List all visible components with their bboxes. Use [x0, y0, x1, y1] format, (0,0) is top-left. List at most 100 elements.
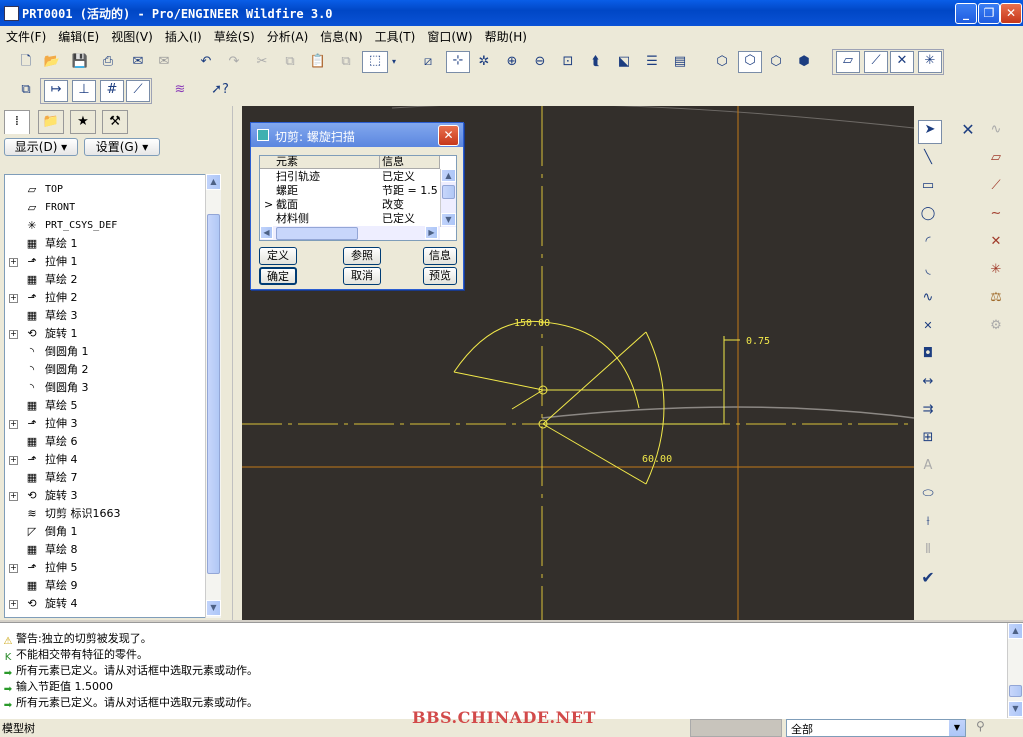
- spline-icon[interactable]: ∿: [918, 288, 938, 308]
- scroll-thumb[interactable]: [207, 214, 220, 574]
- filter-dropdown-arrow-icon[interactable]: ▼: [949, 720, 965, 736]
- point-icon[interactable]: ✕: [918, 316, 938, 336]
- selection-dropdown-icon[interactable]: ▾: [389, 52, 399, 72]
- folder-browser-tab-icon[interactable]: 📁: [38, 110, 64, 134]
- minimize-button[interactable]: _: [955, 3, 977, 24]
- favorites-tab-icon[interactable]: ★: [70, 110, 96, 134]
- rectangle-icon[interactable]: ▭: [918, 176, 938, 196]
- tree-item[interactable]: + ⬏ 拉伸 5: [5, 559, 205, 577]
- palette-icon[interactable]: ⬭: [918, 484, 938, 504]
- print-icon[interactable]: ⎙: [98, 52, 118, 72]
- expand-icon[interactable]: +: [9, 330, 18, 339]
- expand-icon[interactable]: +: [9, 600, 18, 609]
- select-arrow-icon[interactable]: ➤: [918, 120, 942, 144]
- info-button[interactable]: 信息: [423, 247, 457, 265]
- layers-icon[interactable]: ☰: [642, 52, 662, 72]
- save-icon[interactable]: 💾: [70, 52, 90, 72]
- display-grid-icon[interactable]: #: [100, 80, 124, 102]
- filter-dropdown[interactable]: 全部 ▼: [786, 719, 966, 737]
- pattern-disabled-icon[interactable]: ⚙: [986, 316, 1006, 336]
- dialog-scroll-down-icon[interactable]: ▼: [441, 213, 456, 226]
- define-button[interactable]: 定义: [259, 247, 297, 265]
- tree-item[interactable]: ▦ 草绘 3: [5, 307, 205, 325]
- use-edge-icon[interactable]: ◘: [918, 344, 938, 364]
- tree-item[interactable]: ◸ 倒角 1: [5, 523, 205, 541]
- tree-item[interactable]: + ⟲ 旋转 1: [5, 325, 205, 343]
- constraints-icon[interactable]: ⊞: [918, 428, 938, 448]
- menu-sketch[interactable]: 草绘(S): [208, 26, 261, 47]
- dialog-scroll-left-icon[interactable]: ◀: [260, 226, 273, 239]
- expand-icon[interactable]: +: [9, 564, 18, 573]
- mirror-icon[interactable]: ⫴: [918, 540, 938, 560]
- dialog-vscroll-thumb[interactable]: [442, 185, 455, 199]
- tree-item[interactable]: ▦ 草绘 6: [5, 433, 205, 451]
- references-button[interactable]: 参照: [343, 247, 381, 265]
- spin-center-icon[interactable]: ⊹: [446, 51, 470, 73]
- menu-analysis[interactable]: 分析(A): [261, 26, 315, 47]
- expand-icon[interactable]: +: [9, 294, 18, 303]
- modify-icon[interactable]: ⇉: [918, 400, 938, 420]
- new-file-icon[interactable]: 🗋: [16, 52, 36, 72]
- datum-axis-tool-icon[interactable]: ⟋: [986, 176, 1006, 196]
- paste-special-icon[interactable]: ⧉: [336, 52, 356, 72]
- spline-disabled-icon[interactable]: ∿: [986, 120, 1006, 140]
- tree-item[interactable]: + ⟲ 旋转 4: [5, 595, 205, 613]
- hidden-line-icon[interactable]: ⬡: [738, 51, 762, 73]
- paste-icon[interactable]: 📋: [308, 52, 328, 72]
- model-tree-tab-icon[interactable]: ⁞: [4, 110, 30, 134]
- menu-edit[interactable]: 编辑(E): [52, 26, 105, 47]
- redo-icon[interactable]: ↷: [224, 52, 244, 72]
- expand-icon[interactable]: +: [9, 420, 18, 429]
- email-icon[interactable]: ✉: [128, 52, 148, 72]
- tree-item[interactable]: ≋ 切剪 标识1663: [5, 505, 205, 523]
- tree-item[interactable]: ▦ 草绘 5: [5, 397, 205, 415]
- settings-dropdown[interactable]: 设置(G) ▾: [84, 138, 160, 156]
- show-dropdown[interactable]: 显示(D) ▾: [4, 138, 78, 156]
- menu-tools[interactable]: 工具(T): [369, 26, 422, 47]
- message-scrollbar[interactable]: ▲ ▼: [1007, 623, 1023, 719]
- no-hidden-icon[interactable]: ⬡: [766, 52, 786, 72]
- dialog-scroll-right-icon[interactable]: ▶: [425, 226, 438, 239]
- saved-views-icon[interactable]: ⬕: [614, 52, 634, 72]
- datum-points-icon[interactable]: ✕: [890, 51, 914, 73]
- element-row[interactable]: 材料侧 已定义: [260, 212, 440, 226]
- sketch-diagnostics-icon[interactable]: ≋: [170, 80, 190, 100]
- datum-planes-icon[interactable]: ▱: [836, 51, 860, 73]
- sketch-setup-icon[interactable]: ⧉: [16, 80, 36, 100]
- email-attach-icon[interactable]: ✉: [154, 52, 174, 72]
- menu-view[interactable]: 视图(V): [105, 26, 159, 47]
- repaint-icon[interactable]: ⧄: [418, 52, 438, 72]
- display-constraints-icon[interactable]: ⊥: [72, 80, 96, 102]
- element-row[interactable]: > 截面 改变: [260, 198, 440, 212]
- message-scroll-down-icon[interactable]: ▼: [1008, 701, 1023, 717]
- datum-point-icon[interactable]: ✕: [986, 232, 1006, 252]
- datum-curve-icon[interactable]: ∼: [986, 204, 1006, 224]
- dialog-hscroll-thumb[interactable]: [276, 227, 358, 240]
- expand-icon[interactable]: +: [9, 492, 18, 501]
- view-manager-icon[interactable]: ▤: [670, 52, 690, 72]
- close-button[interactable]: ✕: [1000, 3, 1022, 24]
- line-icon[interactable]: ╲: [918, 148, 938, 168]
- menu-insert[interactable]: 插入(I): [159, 26, 208, 47]
- tree-item[interactable]: ◝ 倒圆角 3: [5, 379, 205, 397]
- undo-icon[interactable]: ↶: [196, 52, 216, 72]
- message-scroll-up-icon[interactable]: ▲: [1008, 623, 1023, 639]
- display-vertices-icon[interactable]: ⟋: [126, 80, 150, 102]
- expand-icon[interactable]: +: [9, 456, 18, 465]
- menu-help[interactable]: 帮助(H): [479, 26, 533, 47]
- element-row[interactable]: 扫引轨迹 已定义: [260, 170, 440, 184]
- tree-item[interactable]: + ⬏ 拉伸 1: [5, 253, 205, 271]
- display-dimensions-icon[interactable]: ↦: [44, 80, 68, 102]
- preview-button[interactable]: 预览: [423, 267, 457, 285]
- text-icon[interactable]: A: [918, 456, 938, 476]
- expand-icon[interactable]: +: [9, 258, 18, 267]
- menu-window[interactable]: 窗口(W): [421, 26, 478, 47]
- ok-button[interactable]: 确定: [259, 267, 297, 285]
- tree-scrollbar[interactable]: ▲ ▼: [205, 174, 221, 618]
- scroll-down-icon[interactable]: ▼: [206, 600, 221, 616]
- refit-icon[interactable]: ⊡: [558, 52, 578, 72]
- menu-file[interactable]: 文件(F): [0, 26, 52, 47]
- wireframe-icon[interactable]: ⬡: [712, 52, 732, 72]
- datum-plane-tool-icon[interactable]: ▱: [986, 148, 1006, 168]
- selection-box-icon[interactable]: ⬚: [362, 51, 388, 73]
